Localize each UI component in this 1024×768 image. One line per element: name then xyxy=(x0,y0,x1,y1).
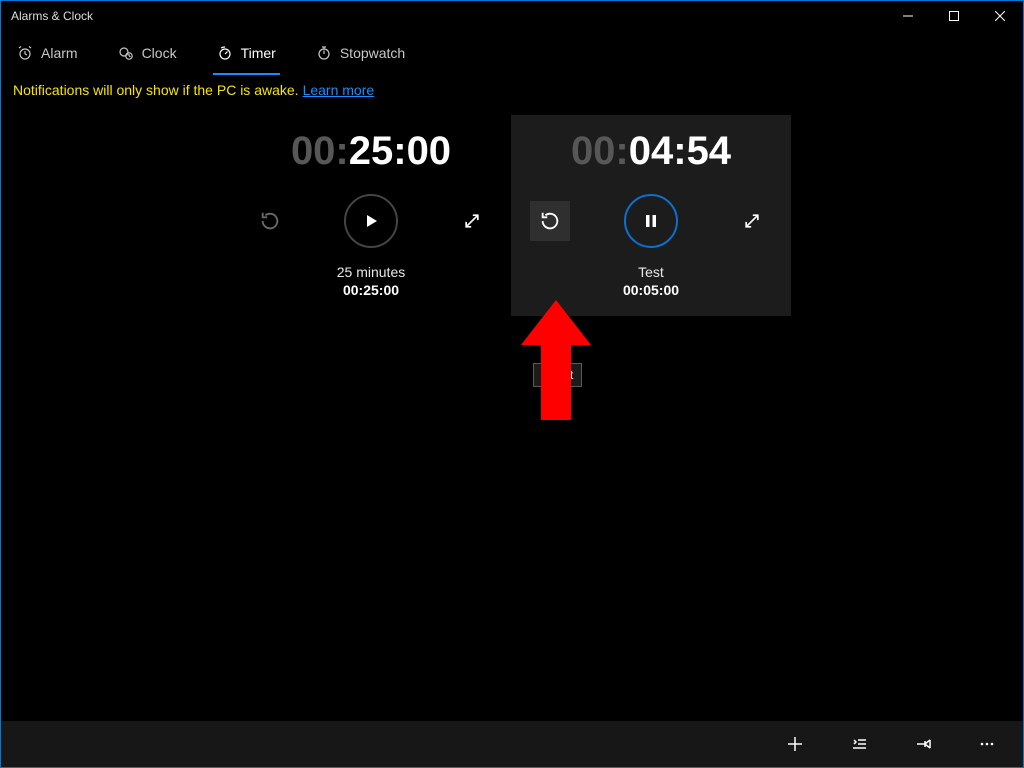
tab-timer[interactable]: Timer xyxy=(211,31,282,75)
notification-banner: Notifications will only show if the PC i… xyxy=(1,75,1023,105)
annotation-arrow-up xyxy=(521,300,591,425)
expand-button[interactable] xyxy=(732,201,772,241)
tab-bar: Alarm Clock Timer xyxy=(1,31,1023,75)
reset-button[interactable] xyxy=(250,201,290,241)
timer-icon xyxy=(217,45,233,61)
timer-original: 00:05:00 xyxy=(623,282,679,298)
timer-tile[interactable]: 00: 25:00 xyxy=(231,115,511,316)
world-clock-icon xyxy=(118,45,134,61)
command-bar xyxy=(1,721,1023,767)
tab-clock[interactable]: Clock xyxy=(112,31,183,75)
tab-stopwatch[interactable]: Stopwatch xyxy=(310,31,411,75)
timer-tile[interactable]: 00: 04:54 xyxy=(511,115,791,316)
timer-hours: 00: xyxy=(571,129,629,174)
tab-label: Clock xyxy=(142,45,177,61)
close-button[interactable] xyxy=(977,1,1023,31)
timer-original: 00:25:00 xyxy=(337,282,405,298)
tab-label: Timer xyxy=(241,45,276,61)
titlebar: Alarms & Clock xyxy=(1,1,1023,31)
content-area: 00: 25:00 xyxy=(1,105,1023,721)
banner-message: Notifications will only show if the PC i… xyxy=(13,82,299,98)
pin-button[interactable] xyxy=(911,732,935,756)
reset-button[interactable] xyxy=(530,201,570,241)
more-button[interactable] xyxy=(975,732,999,756)
expand-button[interactable] xyxy=(452,201,492,241)
timer-minutes-seconds: 25:00 xyxy=(349,129,451,174)
tab-label: Stopwatch xyxy=(340,45,405,61)
add-timer-button[interactable] xyxy=(783,732,807,756)
timer-hours: 00: xyxy=(291,129,349,174)
minimize-button[interactable] xyxy=(885,1,931,31)
timer-display: 00: 25:00 xyxy=(291,129,451,174)
maximize-button[interactable] xyxy=(931,1,977,31)
window-title: Alarms & Clock xyxy=(11,9,93,23)
timer-name: Test xyxy=(623,264,679,280)
alarm-icon xyxy=(17,45,33,61)
tab-alarm[interactable]: Alarm xyxy=(11,31,84,75)
play-button[interactable] xyxy=(344,194,398,248)
learn-more-link[interactable]: Learn more xyxy=(303,82,375,98)
edit-timers-button[interactable] xyxy=(847,732,871,756)
tab-label: Alarm xyxy=(41,45,78,61)
stopwatch-icon xyxy=(316,45,332,61)
timer-minutes-seconds: 04:54 xyxy=(629,129,731,174)
pause-button[interactable] xyxy=(624,194,678,248)
timer-name: 25 minutes xyxy=(337,264,405,280)
timer-display: 00: 04:54 xyxy=(571,129,731,174)
